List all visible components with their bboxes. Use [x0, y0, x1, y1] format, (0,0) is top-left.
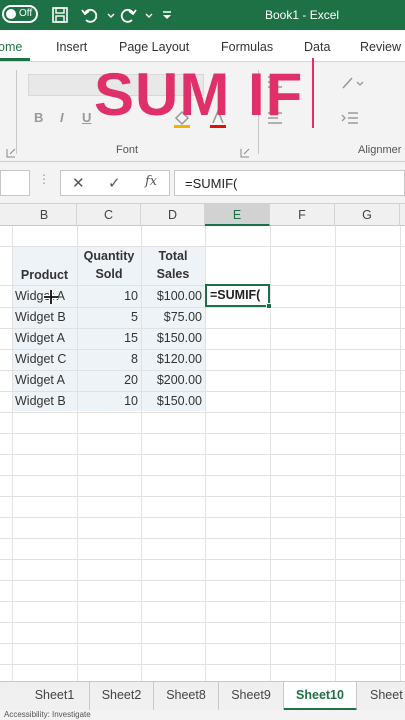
active-cell-value: =SUMIF(: [210, 288, 261, 302]
tab-home[interactable]: ome: [0, 40, 22, 54]
formula-bar: ⋮ ✕ ✓ fx =SUMIF(: [0, 162, 405, 204]
cell-product[interactable]: Widget C: [15, 352, 66, 366]
orientation-icon[interactable]: [340, 74, 364, 92]
worksheet-grid[interactable]: Product Quantity Sold Total Sales Widget…: [0, 226, 405, 681]
window-title: Book1 - Excel: [265, 8, 340, 22]
cell-quantity[interactable]: 10: [77, 289, 138, 303]
tab-data[interactable]: Data: [304, 40, 330, 54]
sheet-tab-sheet8[interactable]: Sheet8: [154, 682, 219, 711]
tab-formulas[interactable]: Formulas: [221, 40, 273, 54]
autosave-state: Off: [19, 8, 33, 19]
sheet-tab-sheet9[interactable]: Sheet9: [219, 682, 284, 711]
grid-line: [0, 412, 405, 413]
name-box[interactable]: [0, 170, 30, 196]
sheet-tabs-bar: Sheet1 Sheet2 Sheet8 Sheet9 Sheet10 Shee…: [0, 681, 405, 711]
undo-icon[interactable]: [80, 5, 100, 25]
sheet-tab-sheet1[interactable]: Sheet1: [20, 682, 90, 711]
cell-quantity[interactable]: 8: [77, 352, 138, 366]
cancel-icon[interactable]: ✕: [72, 174, 85, 192]
grid-line: [0, 307, 405, 308]
grid-line: [0, 285, 405, 286]
grid-line: [0, 328, 405, 329]
grid-line: [0, 433, 405, 434]
header-total-sales: Total Sales: [156, 249, 190, 281]
cell-quantity[interactable]: 15: [77, 331, 138, 345]
title-bar: Off Book1 - Excel: [0, 0, 405, 30]
italic-button[interactable]: I: [60, 110, 64, 125]
dialog-launcher-icon[interactable]: [6, 146, 16, 158]
tab-review[interactable]: Review: [360, 40, 401, 54]
cell-product[interactable]: Widget A: [15, 331, 65, 345]
cell-quantity[interactable]: 5: [77, 310, 138, 324]
grid-line: [0, 580, 405, 581]
active-tab-indicator: [0, 58, 30, 61]
bold-button[interactable]: B: [34, 110, 43, 125]
move-cursor-icon: [43, 289, 59, 305]
cell-total[interactable]: $150.00: [141, 331, 202, 345]
undo-dropdown-icon[interactable]: [101, 5, 115, 25]
grid-line: [0, 454, 405, 455]
tab-page-layout[interactable]: Page Layout: [119, 40, 189, 54]
ribbon-tabs: ome Insert Page Layout Formulas Data Rev…: [0, 30, 405, 62]
cell-total[interactable]: $75.00: [141, 310, 202, 324]
redo-dropdown-icon[interactable]: [139, 5, 153, 25]
column-header-e[interactable]: E: [205, 204, 270, 226]
font-group-label: Font: [116, 144, 139, 156]
grid-line: [0, 622, 405, 623]
ribbon-separator: [16, 70, 17, 154]
redo-icon[interactable]: [118, 5, 138, 25]
sheet-tab-sheet[interactable]: Sheet: [357, 682, 405, 711]
formula-bar-grip-icon: ⋮: [38, 172, 50, 186]
cell-product[interactable]: Widget B: [15, 310, 66, 324]
cell-product[interactable]: Widget A: [15, 373, 65, 387]
grid-line: [0, 664, 405, 665]
alignment-group-label: Alignmer: [358, 144, 402, 156]
cell-total[interactable]: $200.00: [141, 373, 202, 387]
column-header-d[interactable]: D: [141, 204, 205, 226]
column-header-c[interactable]: C: [77, 204, 141, 226]
insert-function-icon[interactable]: fx: [145, 174, 157, 189]
cell-quantity[interactable]: 20: [77, 373, 138, 387]
save-icon[interactable]: [50, 5, 70, 25]
cell-total[interactable]: $100.00: [141, 289, 202, 303]
underline-button[interactable]: U: [82, 110, 91, 125]
cell-total[interactable]: $120.00: [141, 352, 202, 366]
header-product: Product: [20, 268, 69, 282]
cell-quantity[interactable]: 10: [77, 394, 138, 408]
grid-line: [0, 517, 405, 518]
grid-line: [0, 349, 405, 350]
text-cursor-icon: [312, 58, 314, 128]
header-quantity-sold: Quantity Sold: [83, 249, 135, 281]
tab-insert[interactable]: Insert: [56, 40, 87, 54]
grid-line: [0, 559, 405, 560]
grid-line: [0, 601, 405, 602]
sheet-tab-sheet2[interactable]: Sheet2: [90, 682, 154, 711]
column-headers: B C D E F G: [0, 204, 405, 226]
cell-product[interactable]: Widget B: [15, 394, 66, 408]
status-bar: Accessibility: Investigate: [0, 710, 405, 720]
toggle-knob-icon: [6, 9, 16, 19]
enter-icon[interactable]: ✓: [108, 174, 121, 192]
cell-total[interactable]: $150.00: [141, 394, 202, 408]
grid-line: [0, 643, 405, 644]
grid-line: [0, 391, 405, 392]
column-header-b[interactable]: B: [12, 204, 77, 226]
indent-icon[interactable]: [340, 110, 360, 128]
column-header-f[interactable]: F: [270, 204, 335, 226]
font-dialog-launcher-icon[interactable]: [240, 146, 250, 158]
fill-handle[interactable]: [266, 303, 272, 309]
grid-line: [0, 538, 405, 539]
grid-line: [0, 475, 405, 476]
active-cell-e3[interactable]: =SUMIF(: [205, 284, 270, 307]
customize-toolbar-icon[interactable]: [157, 5, 171, 25]
formula-input[interactable]: =SUMIF(: [174, 170, 405, 196]
autosave-toggle[interactable]: Off: [2, 5, 38, 23]
grid-line: [0, 370, 405, 371]
overlay-title: SUM IF: [94, 61, 304, 128]
sheet-tab-sheet10[interactable]: Sheet10: [284, 682, 357, 711]
column-header-g[interactable]: G: [335, 204, 400, 226]
grid-line: [0, 496, 405, 497]
